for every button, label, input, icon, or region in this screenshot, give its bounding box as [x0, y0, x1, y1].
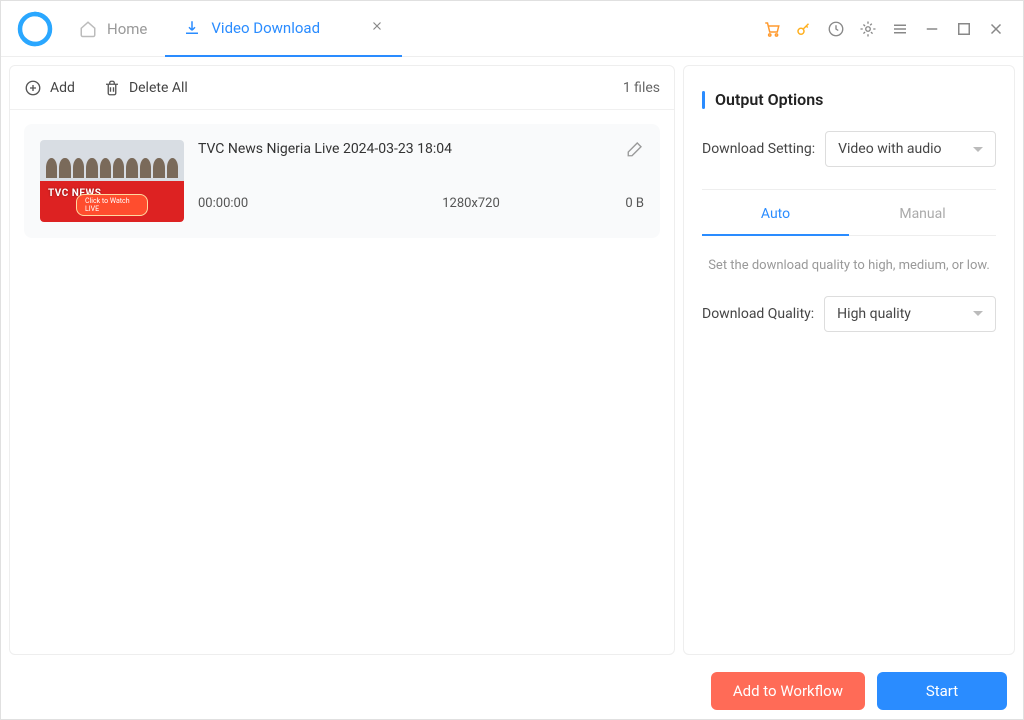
quality-tabs: Auto Manual [702, 194, 996, 236]
body: Add Delete All 1 files TVC NEWS Click to… [1, 57, 1023, 663]
add-button[interactable]: Add [24, 79, 75, 97]
output-panel: Output Options Download Setting: Video w… [683, 65, 1015, 655]
file-title: TVC News Nigeria Live 2024-03-23 18:04 [198, 141, 618, 157]
window-controls [763, 20, 1015, 38]
tab-auto[interactable]: Auto [702, 194, 849, 236]
titlebar: Home Video Download [1, 1, 1023, 57]
home-icon [79, 20, 97, 38]
download-quality-value: High quality [837, 306, 911, 322]
download-setting-select[interactable]: Video with audio [825, 131, 996, 167]
file-count: 1 files [623, 80, 660, 96]
download-setting-label: Download Setting: [702, 141, 815, 157]
file-toolbar: Add Delete All 1 files [10, 66, 674, 110]
minimize-icon[interactable] [923, 20, 941, 38]
download-quality-select[interactable]: High quality [824, 296, 996, 332]
trash-icon [103, 79, 121, 97]
file-stats: 00:00:00 1280x720 0 B [198, 196, 644, 211]
file-thumbnail: TVC NEWS Click to Watch LIVE [40, 140, 184, 222]
footer: Add to Workflow Start [1, 663, 1023, 719]
download-icon [183, 19, 201, 37]
tab-video-download-label: Video Download [211, 19, 320, 37]
file-item[interactable]: TVC NEWS Click to Watch LIVE TVC News Ni… [24, 124, 660, 238]
file-resolution: 1280x720 [378, 196, 564, 211]
delete-all-button[interactable]: Delete All [103, 79, 188, 97]
close-window-icon[interactable] [987, 20, 1005, 38]
app-logo [17, 11, 53, 47]
divider [702, 189, 996, 190]
cart-icon[interactable] [763, 20, 781, 38]
gear-icon[interactable] [859, 20, 877, 38]
quality-hint: Set the download quality to high, medium… [702, 256, 996, 276]
pencil-icon[interactable] [626, 140, 644, 158]
download-quality-label: Download Quality: [702, 306, 814, 322]
plus-icon [24, 79, 42, 97]
app-window: Home Video Download [0, 0, 1024, 720]
delete-all-label: Delete All [129, 80, 188, 96]
menu-icon[interactable] [891, 20, 909, 38]
download-setting-value: Video with audio [838, 141, 941, 157]
tab-manual[interactable]: Manual [849, 194, 996, 235]
add-to-workflow-button[interactable]: Add to Workflow [711, 672, 865, 710]
file-panel: Add Delete All 1 files TVC NEWS Click to… [9, 65, 675, 655]
file-meta: TVC News Nigeria Live 2024-03-23 18:04 0… [198, 140, 644, 211]
tab-home-label: Home [107, 20, 147, 38]
file-list: TVC NEWS Click to Watch LIVE TVC News Ni… [10, 110, 674, 654]
start-button[interactable]: Start [877, 672, 1007, 710]
tab-home[interactable]: Home [61, 1, 165, 57]
download-setting-row: Download Setting: Video with audio [702, 131, 996, 167]
download-quality-row: Download Quality: High quality [702, 296, 996, 332]
maximize-icon[interactable] [955, 20, 973, 38]
add-label: Add [50, 80, 75, 96]
tab-video-download[interactable]: Video Download [165, 1, 402, 57]
file-duration: 00:00:00 [198, 196, 378, 211]
output-options-title: Output Options [702, 90, 996, 109]
history-icon[interactable] [827, 20, 845, 38]
key-icon[interactable] [795, 20, 813, 38]
file-size: 0 B [564, 196, 644, 211]
tab-close-icon[interactable] [370, 18, 384, 37]
thumb-badge: Click to Watch LIVE [76, 194, 148, 216]
